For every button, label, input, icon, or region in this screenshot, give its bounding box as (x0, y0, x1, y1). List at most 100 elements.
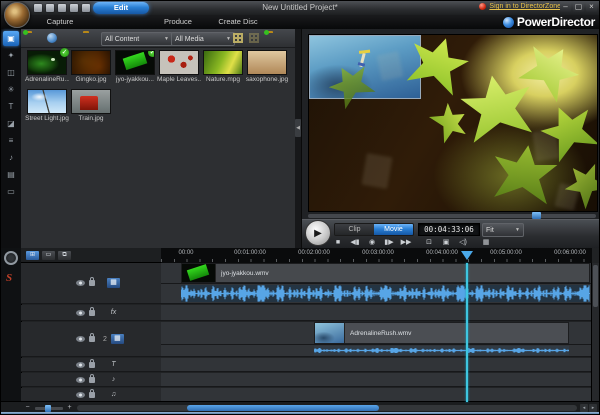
timecode-display: 00:04:33:06 (418, 223, 480, 236)
previous-frame-button[interactable]: ◀▮ (349, 237, 361, 248)
seek-bar[interactable] (308, 214, 596, 218)
zoom-slider-thumb[interactable] (45, 405, 51, 412)
timeline-rail: S (1, 248, 22, 414)
timeline-vertical-scrollbar[interactable] (591, 263, 599, 402)
chapter-room-icon[interactable]: ▤ (3, 167, 19, 182)
movie-mode-button[interactable]: Movie (374, 224, 413, 235)
effect-room-icon[interactable]: ✦ (3, 48, 19, 63)
save-project-icon[interactable] (82, 4, 90, 12)
subtitle-room-icon[interactable]: ▭ (3, 184, 19, 199)
tab-produce[interactable]: Produce (153, 16, 203, 28)
detail-view-icon[interactable] (249, 33, 259, 43)
clip-thumbnail (182, 264, 216, 282)
minimize-button[interactable]: – (560, 2, 571, 12)
audio-waveform[interactable] (181, 285, 590, 302)
track-visibility-icon[interactable] (76, 362, 85, 368)
media-item[interactable]: Maple Leaves... (157, 49, 201, 87)
signin-directorzone-link[interactable]: Sign in to DirectorZone (479, 3, 561, 10)
track-lock-icon[interactable] (89, 392, 95, 398)
tab-capture[interactable]: Capture (31, 16, 89, 28)
title-track-lane[interactable] (161, 358, 592, 372)
timeline-zoom-slider[interactable] (35, 407, 63, 410)
media-item[interactable]: saxophone.jpg (245, 49, 289, 87)
horizontal-scroll-thumb[interactable] (187, 405, 379, 411)
title-room-icon[interactable]: T (3, 99, 19, 114)
volume-button[interactable]: ◁) (457, 237, 469, 248)
scroll-left-icon[interactable]: ◂ (580, 404, 588, 412)
movie-view-button[interactable]: ⧉ (58, 251, 71, 260)
media-filter-dropdown[interactable]: All Media ▼ (171, 32, 235, 46)
zoom-out-button[interactable]: − (23, 404, 32, 412)
track-visibility-icon[interactable] (76, 392, 85, 398)
track-manager-button[interactable]: ⊞ (26, 251, 39, 260)
timeline-clip-pip[interactable]: AdrenalineRush.wmv (314, 322, 569, 344)
media-item[interactable]: Street Light.jpg (25, 88, 69, 126)
zoom-fit-dropdown[interactable]: Fit ▼ (482, 223, 524, 237)
maximize-button[interactable]: ▢ (573, 2, 584, 12)
media-item[interactable]: ✓ jyo-jyakkou... (113, 49, 157, 87)
voice-track-lane[interactable] (161, 373, 592, 387)
download-media-icon[interactable] (47, 33, 57, 43)
audio-waveform[interactable] (314, 346, 569, 355)
preview-quality-button[interactable]: ⊡ (423, 237, 435, 248)
media-thumbnail[interactable] (159, 50, 199, 75)
media-thumbnail[interactable] (247, 50, 287, 75)
media-thumbnail[interactable] (27, 89, 67, 114)
media-item[interactable]: ✓ AdrenalineRu... (25, 49, 69, 87)
track-visibility-icon[interactable] (76, 336, 85, 342)
media-viewer-button[interactable]: ▦ (480, 237, 492, 248)
full-screen-button[interactable]: ▣ (440, 237, 452, 248)
media-thumbnail[interactable] (71, 89, 111, 114)
track-visibility-icon[interactable] (76, 280, 85, 286)
transition-room-icon[interactable]: ◪ (3, 116, 19, 131)
magic-tools-icon[interactable]: S (6, 272, 12, 284)
track-lock-icon[interactable] (89, 362, 95, 368)
particle-room-icon[interactable]: ✳ (3, 82, 19, 97)
timeline-clip-video1[interactable]: jyo-jyakkou.wmv (181, 263, 590, 283)
media-item[interactable]: Train.jpg (69, 88, 113, 126)
media-thumbnail[interactable]: ✓ (115, 50, 155, 75)
track-lock-icon[interactable] (89, 336, 95, 342)
open-project-icon[interactable] (46, 4, 54, 12)
media-thumbnail[interactable] (71, 50, 111, 75)
redo-icon[interactable] (70, 4, 78, 12)
next-frame-button[interactable]: ▮▶ (383, 237, 395, 248)
track-visibility-icon[interactable] (76, 310, 85, 316)
close-button[interactable]: × (586, 2, 597, 12)
media-room-icon[interactable]: ▣ (3, 31, 19, 46)
track-visibility-icon[interactable] (76, 377, 85, 383)
effect-track-lane[interactable] (161, 305, 592, 321)
track-lock-icon[interactable] (89, 377, 95, 383)
undo-icon[interactable] (58, 4, 66, 12)
new-project-icon[interactable] (34, 4, 42, 12)
timeline-ruler[interactable]: 00:00 00:01:00:00 00:02:00:00 00:03:00:0… (161, 248, 592, 264)
grid-view-icon[interactable] (233, 33, 243, 43)
playhead-marker[interactable] (461, 251, 473, 260)
clip-mode-button[interactable]: Clip (335, 224, 374, 235)
stop-button[interactable]: ■ (332, 237, 344, 248)
media-item[interactable]: Nature.mpg (201, 49, 245, 87)
clip-thumbnail (315, 323, 345, 343)
seek-handle[interactable] (532, 212, 541, 219)
track-lock-icon[interactable] (89, 280, 95, 286)
timeline-view-button[interactable]: ▭ (42, 251, 55, 260)
preview-screen[interactable] (308, 34, 598, 212)
zoom-in-button[interactable]: + (65, 404, 74, 412)
content-filter-dropdown[interactable]: All Content ▼ (101, 32, 173, 46)
media-thumbnail[interactable]: ✓ (27, 50, 67, 75)
track-manager-icon[interactable] (4, 251, 18, 265)
voiceover-room-icon[interactable]: ♪ (3, 150, 19, 165)
tab-create-disc[interactable]: Create Disc (207, 16, 269, 28)
tab-edit[interactable]: Edit (93, 2, 149, 14)
timeline-horizontal-scrollbar[interactable] (77, 405, 577, 411)
pip-objects-room-icon[interactable]: ◫ (3, 65, 19, 80)
media-item[interactable]: Gingko.jpg (69, 49, 113, 87)
media-thumbnail[interactable] (203, 50, 243, 75)
snapshot-button[interactable]: ◉ (366, 237, 378, 248)
playhead-line[interactable] (466, 263, 468, 402)
scroll-right-icon[interactable]: ▸ (589, 404, 597, 412)
fast-forward-button[interactable]: ▶▶ (400, 237, 412, 248)
play-button[interactable]: ▶ (305, 220, 331, 246)
track-lock-icon[interactable] (89, 310, 95, 316)
audio-mixing-room-icon[interactable]: ≡ (3, 133, 19, 148)
